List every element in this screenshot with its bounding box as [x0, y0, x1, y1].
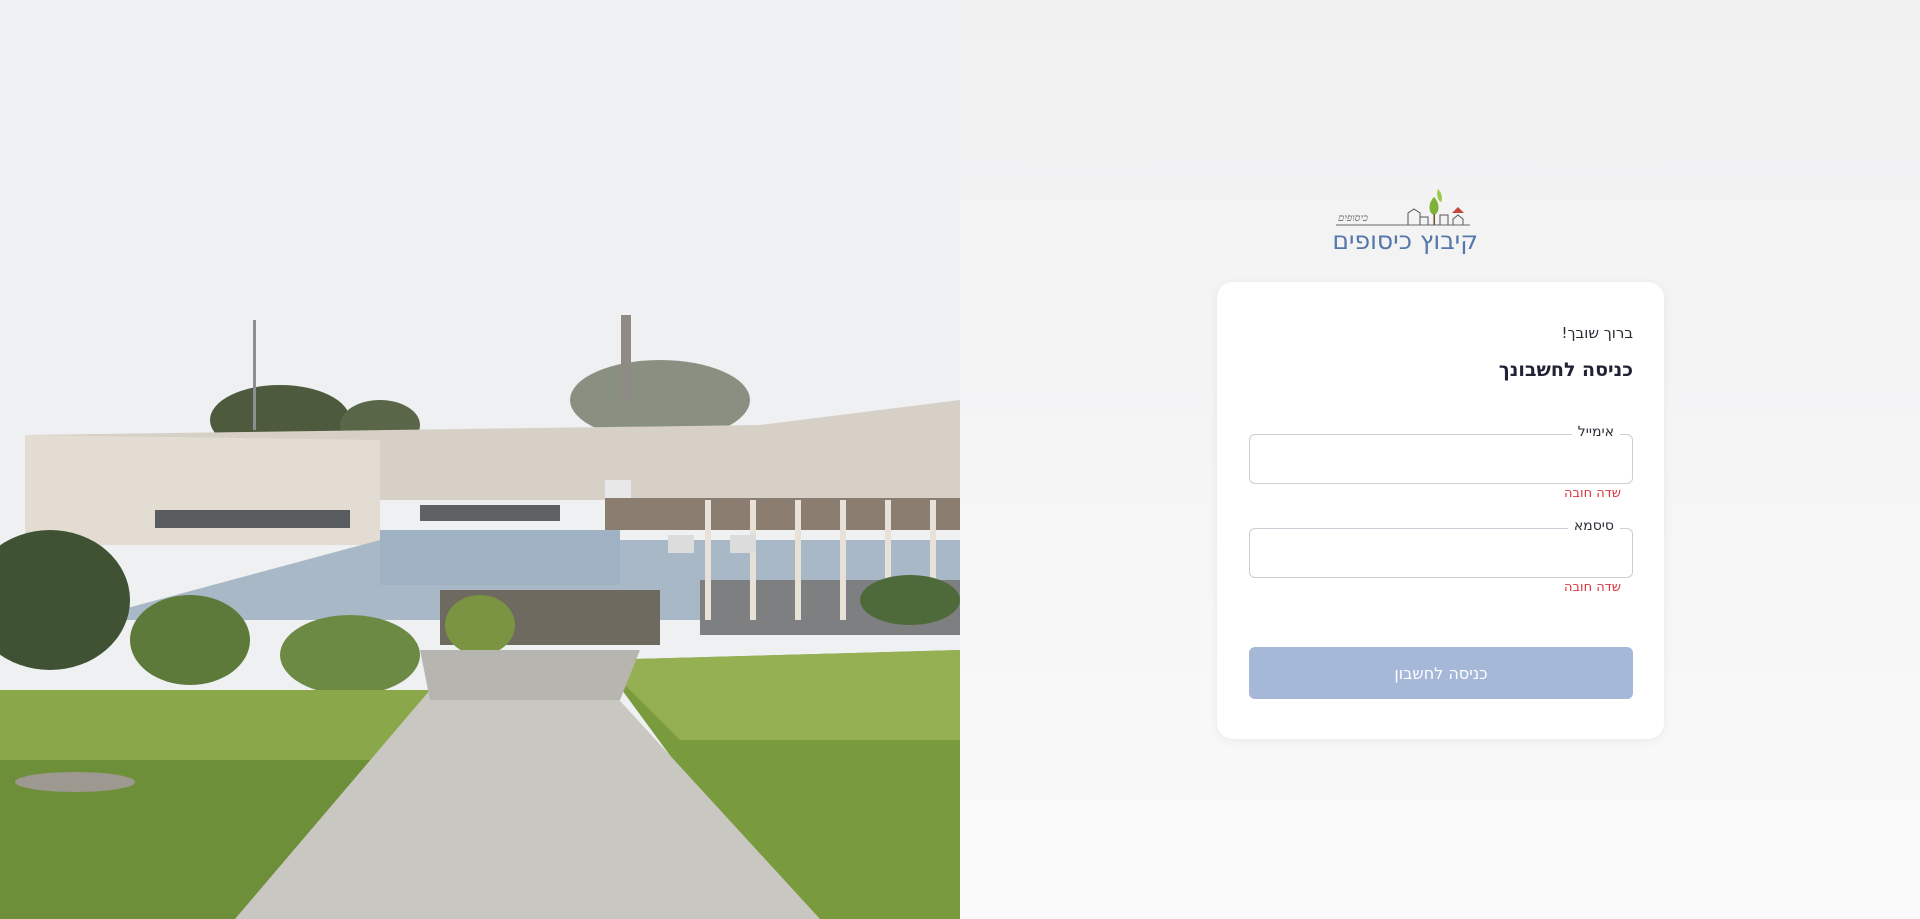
password-label: סיסמא — [1567, 517, 1620, 535]
email-error-message: שדה חובה — [1564, 486, 1621, 501]
email-field[interactable]: אימייל — [1249, 423, 1633, 484]
login-card: ברוך שובך! כניסה לחשבונך אימייל שדה חובה… — [1217, 282, 1664, 739]
campus-photo — [0, 0, 960, 919]
password-field[interactable]: סיסמא — [1249, 517, 1633, 578]
kibbutz-logo: כיסופים קיבוץ כיסופים — [1328, 185, 1478, 257]
login-button[interactable]: כניסה לחשבון — [1249, 647, 1633, 699]
login-screen: כיסופים קיבוץ כיסופים ברוך שובך! כניסה ל… — [0, 0, 1920, 919]
login-panel: כיסופים קיבוץ כיסופים ברוך שובך! כניסה ל… — [960, 0, 1920, 919]
logo-tagline: כיסופים — [1338, 213, 1368, 224]
password-input[interactable] — [1250, 529, 1632, 577]
email-input[interactable] — [1250, 435, 1632, 483]
password-error-message: שדה חובה — [1564, 580, 1621, 595]
login-title: כניסה לחשבונך — [1498, 359, 1633, 381]
brand-name: קיבוץ כיסופים — [1332, 226, 1478, 255]
email-label: אימייל — [1571, 423, 1620, 441]
welcome-text: ברוך שובך! — [1561, 324, 1633, 342]
campus-building-illustration — [0, 0, 960, 919]
